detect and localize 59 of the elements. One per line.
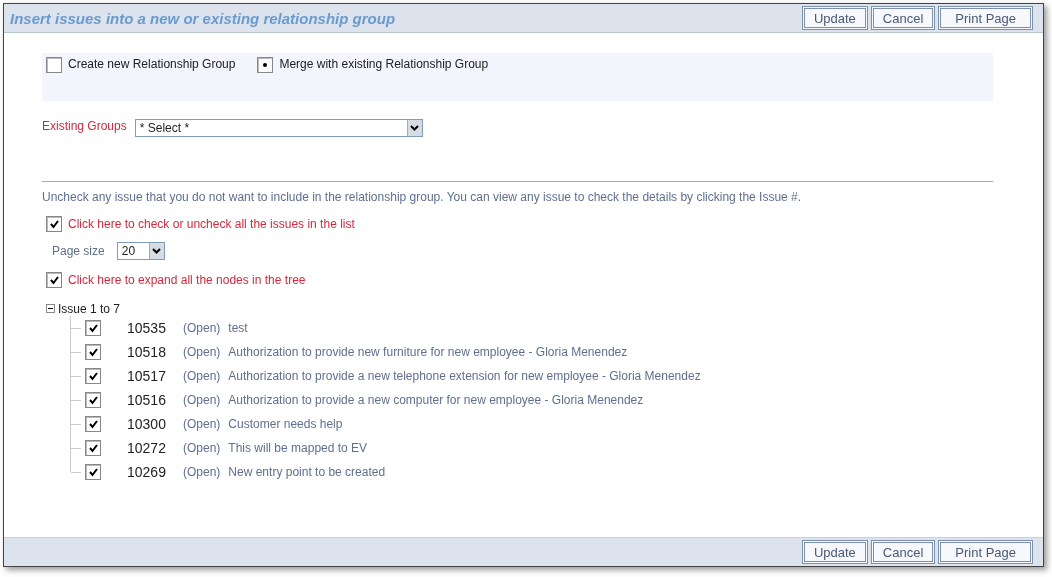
toolbar-button[interactable]: Print Page	[938, 540, 1033, 564]
radio-label: Create new Relationship Group	[68, 57, 236, 71]
page-size-dropdown[interactable]: 20	[116, 242, 165, 260]
checkbox[interactable]	[85, 368, 101, 384]
instructions-text: Uncheck any issue that you do not want to include in the relationship group. You can view any issue to check the details by clicking the Issue #.	[42, 190, 803, 204]
issue-number-link[interactable]: 10300	[127, 416, 175, 432]
issue-status: (Open)	[183, 321, 221, 335]
issue-number-link[interactable]: 10272	[127, 440, 175, 456]
checkbox[interactable]	[85, 440, 101, 456]
window-title: Insert issues into a new or existing relationship group	[10, 9, 397, 27]
issue-status: (Open)	[183, 393, 221, 407]
issue-title: This will be mapped to EV	[228, 441, 368, 455]
issue-number-link[interactable]: 10516	[127, 392, 175, 408]
radio-label: Merge with existing Relationship Group	[279, 57, 489, 71]
checkmark-icon	[88, 443, 98, 453]
toolbar-button[interactable]: Update	[801, 540, 868, 564]
checkmark-icon	[88, 467, 98, 477]
issue-title: Authorization to provide new furniture for new employee - Gloria Menendez	[228, 345, 628, 359]
checkmark-icon	[49, 275, 59, 285]
issue-title: test	[228, 321, 248, 335]
issue-title: Authorization to provide a new telephone extension for new employee - Gloria Menendez	[228, 369, 701, 383]
expand-all-link[interactable]: Click here to expand all the nodes in the tree	[68, 273, 306, 287]
checkmark-icon	[49, 219, 59, 229]
checkmark-icon	[88, 347, 98, 357]
checkbox[interactable]	[85, 416, 101, 432]
radio-button[interactable]	[257, 57, 274, 73]
checkbox[interactable]	[85, 344, 101, 360]
checkmark-icon	[88, 323, 98, 333]
group-dropdown[interactable]: * Select *	[134, 119, 423, 137]
issue-status: (Open)	[183, 417, 221, 431]
issue-status: (Open)	[183, 345, 221, 359]
issue-status: (Open)	[183, 369, 221, 383]
collapse-icon[interactable]	[46, 302, 55, 316]
checkbox[interactable]	[85, 392, 101, 408]
issue-title: New entry point to be created	[228, 465, 386, 479]
checkmark-icon	[88, 371, 98, 381]
radio-button[interactable]	[46, 57, 62, 73]
issue-number-link[interactable]: 10517	[127, 368, 175, 384]
issue-number-link[interactable]: 10518	[127, 344, 175, 360]
toolbar-button[interactable]: Cancel	[870, 540, 936, 564]
issue-title: Authorization to provide a new computer for new employee - Gloria Menendez	[228, 393, 644, 407]
issue-number-link[interactable]: 10535	[127, 320, 175, 336]
checkmark-icon	[88, 395, 98, 405]
toolbar-button[interactable]: Print Page	[938, 6, 1033, 30]
toolbar-button[interactable]: Update	[801, 6, 868, 30]
page-size-label: Page size	[52, 244, 105, 258]
checkbox[interactable]	[85, 464, 101, 480]
issue-number-link[interactable]: 10269	[127, 464, 175, 480]
checkmark-icon	[88, 419, 98, 429]
checkbox[interactable]	[85, 320, 101, 336]
checkbox[interactable]	[46, 272, 62, 288]
issue-status: (Open)	[183, 441, 221, 455]
check-all-link[interactable]: Click here to check or uncheck all the issues in the list	[68, 217, 355, 231]
checkbox[interactable]	[46, 216, 62, 232]
issue-title: Customer needs help	[228, 417, 343, 431]
issue-status: (Open)	[183, 465, 221, 479]
toolbar-button[interactable]: Cancel	[870, 6, 936, 30]
field-label: Existing Groups	[42, 119, 127, 133]
tree-node-label[interactable]: Issue 1 to 7	[58, 302, 121, 316]
